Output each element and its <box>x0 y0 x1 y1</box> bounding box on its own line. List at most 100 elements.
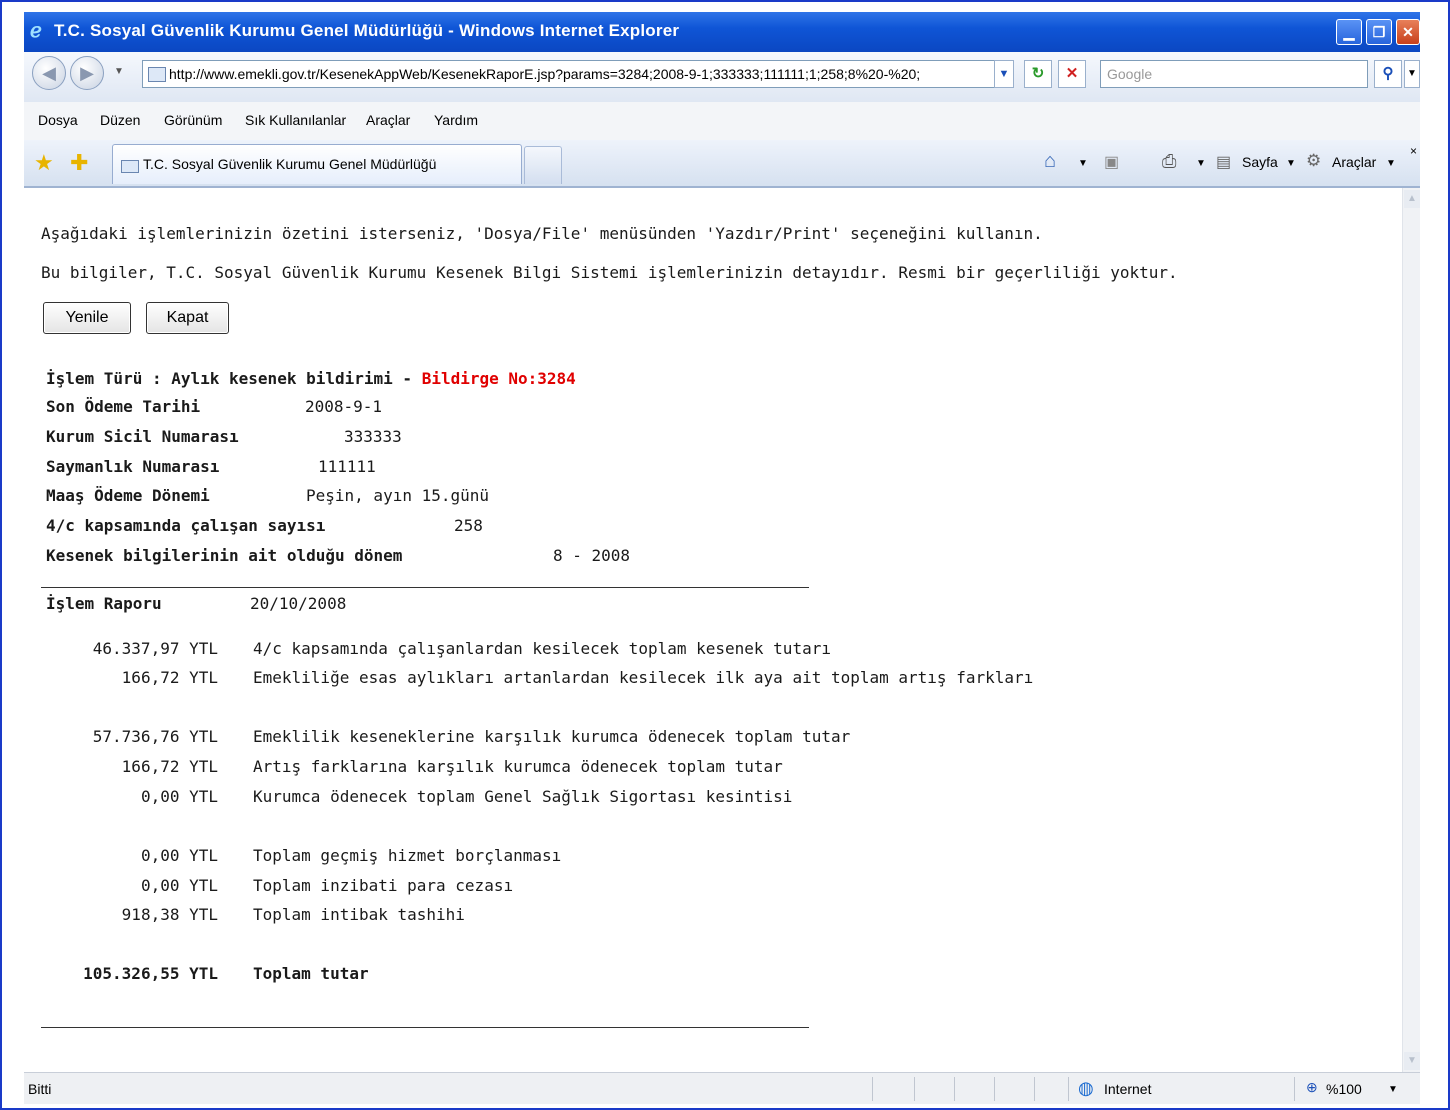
tab-title: T.C. Sosyal Güvenlik Kurumu Genel Müdürl… <box>143 156 437 172</box>
report-amount: 918,38 YTL <box>121 905 218 924</box>
field-value-accounting-no: 111111 <box>318 457 376 476</box>
page-menu-button[interactable]: Sayfa <box>1242 154 1278 170</box>
tab-active[interactable]: T.C. Sosyal Güvenlik Kurumu Genel Müdürl… <box>112 144 522 184</box>
report-date: 20/10/2008 <box>250 594 347 613</box>
new-tab-button[interactable] <box>524 146 562 184</box>
report-description: Emeklilik keseneklerine karşılık kurumca… <box>253 727 851 746</box>
status-bar: Bitti ◍ Internet ⊕ %100 ▼ <box>24 1072 1420 1104</box>
favorites-star-icon[interactable]: ★ <box>34 150 54 176</box>
field-label: 4/c kapsamında çalışan sayısı <box>46 516 326 535</box>
refresh-page-button[interactable]: Yenile <box>43 302 131 334</box>
tools-menu-button[interactable]: Araçlar <box>1332 154 1376 170</box>
status-text: Bitti <box>28 1081 52 1097</box>
zoom-level[interactable]: %100 <box>1326 1081 1362 1097</box>
field-value-institution-no: 333333 <box>344 427 402 446</box>
field-label: Kesenek bilgilerinin ait olduğu dönem <box>46 546 403 565</box>
globe-icon: ◍ <box>1078 1078 1094 1098</box>
refresh-icon[interactable]: ↻ <box>1024 60 1052 88</box>
info-line-print: Aşağıdaki işlemlerinizin özetini isterse… <box>41 224 1043 243</box>
print-dropdown-icon[interactable]: ▼ <box>1196 158 1206 169</box>
field-value-employee-count: 258 <box>454 516 483 535</box>
minimize-button[interactable]: ▁ <box>1336 19 1362 45</box>
browser-window: ℯ T.C. Sosyal Güvenlik Kurumu Genel Müdü… <box>24 12 1420 1104</box>
home-dropdown-icon[interactable]: ▼ <box>1078 158 1088 169</box>
history-dropdown-icon[interactable]: ▼ <box>114 66 124 77</box>
address-url: http://www.emekli.gov.tr/KesenekAppWeb/K… <box>169 66 921 82</box>
report-description: Toplam inzibati para cezası <box>253 876 514 895</box>
report-description: Toplam geçmiş hizmet borçlanması <box>253 846 562 865</box>
field-value-payment-period: Peşin, ayın 15.günü <box>306 486 490 505</box>
menu-file[interactable]: Dosya <box>38 112 78 128</box>
search-icon[interactable]: ⚲ <box>1374 60 1402 88</box>
report-description: Artış farklarına karşılık kurumca ödenec… <box>253 757 783 776</box>
scroll-up-icon[interactable]: ▲ <box>1404 190 1420 208</box>
report-amount: 0,00 YTL <box>140 787 218 806</box>
report-amount: 46.337,97 YTL <box>92 639 218 658</box>
tab-page-icon <box>121 160 139 173</box>
tab-bar: ★ ✚ T.C. Sosyal Güvenlik Kurumu Genel Mü… <box>24 140 1420 188</box>
status-separator <box>1068 1077 1069 1101</box>
status-separator <box>954 1077 955 1101</box>
restore-button[interactable]: ❐ <box>1366 19 1392 45</box>
toolbar-close-icon[interactable]: × <box>1410 144 1417 158</box>
divider-top <box>41 587 809 588</box>
bildirge-number: Bildirge No:3284 <box>421 369 576 388</box>
security-zone: Internet <box>1104 1081 1152 1097</box>
report-label: İşlem Raporu <box>46 594 162 613</box>
report-description: Emekliliğe esas aylıkları artanlardan ke… <box>253 668 1034 687</box>
address-dropdown-icon[interactable]: ▼ <box>994 60 1014 88</box>
menu-tools[interactable]: Araçlar <box>366 112 410 128</box>
status-separator <box>1294 1077 1295 1101</box>
zoom-dropdown-icon[interactable]: ▼ <box>1388 1084 1398 1095</box>
menu-bar: Dosya Düzen Görünüm Sık Kullanılanlar Ar… <box>24 102 1420 141</box>
menu-favorites[interactable]: Sık Kullanılanlar <box>245 112 346 128</box>
stop-icon[interactable]: ✕ <box>1058 60 1086 88</box>
menu-help[interactable]: Yardım <box>434 112 478 128</box>
total-amount: 105.326,55 YTL <box>83 964 218 983</box>
add-favorite-icon[interactable]: ✚ <box>70 150 88 176</box>
divider-bottom <box>41 1027 809 1028</box>
back-button[interactable]: ◀ <box>32 56 66 90</box>
screen-frame: ℯ T.C. Sosyal Güvenlik Kurumu Genel Müdü… <box>0 0 1450 1110</box>
report-description: Kurumca ödenecek toplam Genel Sağlık Sig… <box>253 787 793 806</box>
address-input[interactable]: http://www.emekli.gov.tr/KesenekAppWeb/K… <box>142 60 1012 88</box>
page-content: Aşağıdaki işlemlerinizin özetini isterse… <box>24 188 1402 1072</box>
vertical-scrollbar[interactable]: ▲ ▼ <box>1402 188 1420 1072</box>
ie-logo-icon: ℯ <box>30 20 42 42</box>
tools-dropdown-icon[interactable]: ▼ <box>1386 158 1396 169</box>
menu-edit[interactable]: Düzen <box>100 112 140 128</box>
forward-button[interactable]: ▶ <box>70 56 104 90</box>
gear-icon[interactable]: ⚙ <box>1306 151 1321 171</box>
page-menu-icon[interactable]: ▤ <box>1216 152 1231 172</box>
status-separator <box>914 1077 915 1101</box>
zoom-icon[interactable]: ⊕ <box>1306 1079 1318 1096</box>
close-window-button[interactable]: ✕ <box>1396 19 1420 45</box>
scroll-down-icon[interactable]: ▼ <box>1404 1052 1420 1070</box>
field-value-period: 8 - 2008 <box>553 546 631 565</box>
total-label: Toplam tutar <box>253 964 369 983</box>
home-icon[interactable]: ⌂ <box>1044 150 1056 173</box>
search-input[interactable]: Google <box>1100 60 1368 88</box>
field-label: Kurum Sicil Numarası <box>46 427 239 446</box>
status-separator <box>872 1077 873 1101</box>
search-options-icon[interactable]: ▼ <box>1404 60 1420 88</box>
info-line-disclaimer: Bu bilgiler, T.C. Sosyal Güvenlik Kurumu… <box>41 263 1178 282</box>
menu-view[interactable]: Görünüm <box>164 112 222 128</box>
close-page-button[interactable]: Kapat <box>146 302 229 334</box>
feeds-icon[interactable]: ▣ <box>1104 152 1119 172</box>
field-label: Maaş Ödeme Dönemi <box>46 486 210 505</box>
operation-type-label: İşlem Türü : Aylık kesenek bildirimi - <box>46 369 422 388</box>
page-dropdown-icon[interactable]: ▼ <box>1286 158 1296 169</box>
field-label: Saymanlık Numarası <box>46 457 220 476</box>
search-placeholder: Google <box>1107 66 1153 82</box>
report-description: 4/c kapsamında çalışanlardan kesilecek t… <box>253 639 831 658</box>
report-description: Toplam intibak tashihi <box>253 905 465 924</box>
status-separator <box>1034 1077 1035 1101</box>
title-bar: ℯ T.C. Sosyal Güvenlik Kurumu Genel Müdü… <box>24 12 1420 52</box>
page-icon <box>148 67 166 82</box>
print-icon[interactable]: ⎙ <box>1162 151 1176 172</box>
field-label: Son Ödeme Tarihi <box>46 397 201 416</box>
status-separator <box>994 1077 995 1101</box>
window-title: T.C. Sosyal Güvenlik Kurumu Genel Müdürl… <box>54 21 680 40</box>
report-amount: 166,72 YTL <box>121 757 218 776</box>
